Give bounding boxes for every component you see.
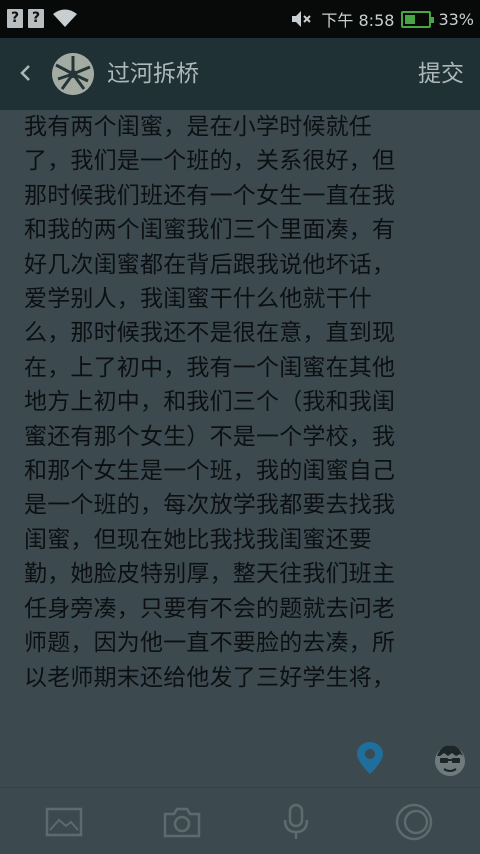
post-text-line: 了，我们是一个班的，关系很好，但: [24, 148, 396, 175]
battery-percent: 33%: [438, 9, 474, 29]
mute-icon: [292, 11, 312, 27]
post-text-line: 和那个女生是一个班，我的闺蜜自己: [24, 458, 396, 485]
post-text-line: 勤，她脸皮特别厚，整天往我们班主: [24, 561, 396, 588]
post-text-line: 是一个班的，每次放学我都要去找我: [24, 492, 396, 519]
status-bar: ? ? 下午 8:58 33%: [0, 0, 480, 38]
camera-icon[interactable]: [160, 800, 204, 844]
post-text-line: 爱学别人，我闺蜜干什么他就干什: [24, 286, 372, 313]
avatar-image: [52, 53, 94, 95]
post-text-line: 任身旁凑，只要有不会的题就去问老: [24, 595, 396, 622]
status-icons-right: 下午 8:58 33%: [290, 0, 474, 38]
post-text-line: 闺蜜，但现在她比我找我闺蜜还要: [24, 526, 372, 553]
post-text-line: 好几次闺蜜都在背后跟我说他坏话，: [24, 251, 396, 278]
submit-button[interactable]: 提交: [418, 38, 464, 110]
page-title: 过河拆桥: [107, 61, 199, 87]
post-text-line: 蜜还有那个女生）不是一个学校，我: [24, 423, 396, 450]
chevron-left-icon[interactable]: [14, 58, 38, 88]
post-text-line: 那时候我们班还有一个女生一直在我: [24, 182, 396, 209]
post-text-line: 和我的两个闺蜜我们三个里面凑，有: [24, 217, 396, 244]
image-icon[interactable]: [42, 800, 86, 844]
post-text-line: 么，那时候我还不是很在意，直到现: [24, 320, 396, 347]
post-text-line: 我有两个闺蜜，是在小学时候就任: [24, 114, 372, 140]
circle-icon[interactable]: [392, 800, 436, 844]
wifi-icon: [53, 9, 77, 27]
unknown-app-icon: ?: [7, 8, 23, 28]
location-pin-icon[interactable]: [355, 740, 385, 776]
post-text-line: 以老师期末还给他发了三好学生将，: [24, 664, 396, 691]
avatar[interactable]: [52, 53, 94, 95]
microphone-icon[interactable]: [274, 800, 318, 844]
bottom-toolbar: [0, 788, 480, 854]
status-time: 下午 8:58: [321, 11, 395, 30]
emoji-face-icon[interactable]: [432, 742, 468, 778]
status-icons-left: ? ?: [7, 8, 78, 28]
post-text-line: 在，上了初中，我有一个闺蜜在其他: [24, 354, 396, 381]
post-text-line: 师题，因为他一直不要脸的去凑，所: [24, 630, 396, 657]
battery-icon: [401, 10, 435, 28]
unknown-app-icon: ?: [28, 8, 44, 28]
post-text-line: 地方上初中，和我们三个（我和我闺: [24, 389, 396, 416]
post-body-text[interactable]: 我有两个闺蜜，是在小学时候就任 了，我们是一个班的，关系很好，但 那时候我们班还有一…: [24, 110, 464, 750]
app-header: 过河拆桥 提交: [0, 38, 480, 110]
